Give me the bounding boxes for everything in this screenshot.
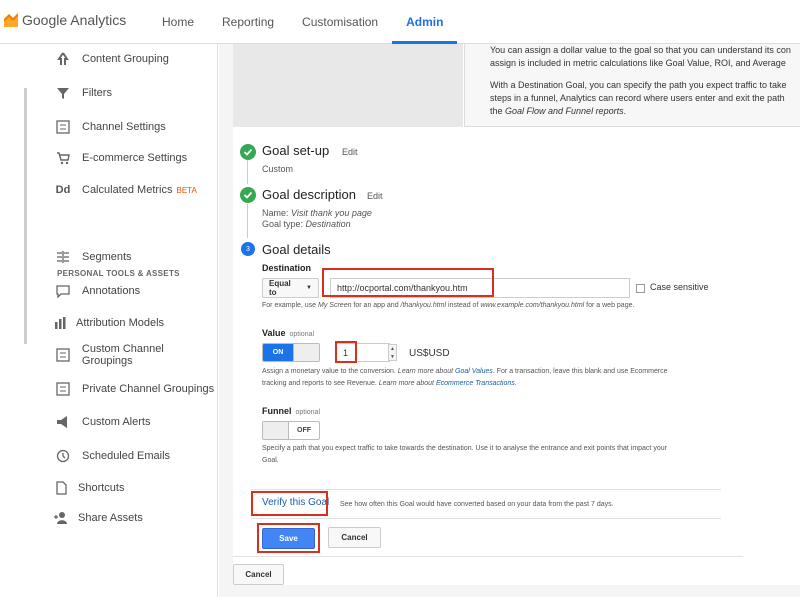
divider (251, 489, 721, 490)
sidebar-item-calculated-metrics[interactable]: Dd Calculated Metrics BETA (52, 180, 197, 200)
sidebar-item-content-grouping[interactable]: Content Grouping (52, 49, 169, 69)
goal-setup-value: Custom (262, 164, 294, 174)
segments-icon (52, 248, 74, 266)
goal-info-box: You can assign a dollar value to the goa… (464, 44, 800, 127)
goal-panel: You can assign a dollar value to the goa… (233, 44, 800, 585)
sidebar-item-custom-channel-groupings[interactable]: Custom Channel Groupings (52, 343, 217, 367)
sidebar-scrollbar[interactable] (24, 88, 27, 344)
section-title-personal-tools: PERSONAL TOOLS & ASSETS (57, 269, 180, 278)
nav-admin[interactable]: Admin (392, 0, 458, 44)
dropdown-arrow-icon: ▼ (306, 285, 312, 291)
nav-home[interactable]: Home (148, 0, 208, 44)
main-nav: Home Reporting Customisation Admin (148, 0, 458, 44)
megaphone-icon (52, 413, 74, 431)
highlight-value (335, 341, 357, 363)
goal-setup-edit-link[interactable]: Edit (342, 147, 358, 157)
currency-label: US$USD (409, 348, 450, 359)
sidebar-item-segments[interactable]: Segments (52, 247, 132, 267)
document-icon (50, 479, 72, 497)
sidebar-item-scheduled-emails[interactable]: Scheduled Emails (52, 446, 170, 466)
divider (251, 518, 721, 519)
bar-chart-icon (50, 314, 72, 332)
highlight-save (257, 523, 320, 553)
channel-groupings-icon (52, 346, 74, 364)
app-title: Google Analytics (22, 12, 127, 28)
value-toggle[interactable]: ON (262, 343, 320, 362)
goal-description-title: Goal description (262, 187, 356, 202)
dd-icon: Dd (55, 184, 71, 196)
add-person-icon (50, 509, 72, 527)
highlight-verify (251, 491, 328, 516)
match-type-select[interactable]: Equal to ▼ (262, 278, 319, 298)
channel-settings-icon (52, 118, 74, 136)
case-sensitive-label: Case sensitive (650, 282, 709, 292)
main-content: You can assign a dollar value to the goa… (219, 44, 800, 597)
nav-reporting[interactable]: Reporting (208, 0, 288, 44)
goal-preview-box (233, 44, 463, 127)
sidebar-item-share-assets[interactable]: Share Assets (50, 508, 143, 528)
destination-hint: For example, use My Screen for an app an… (262, 302, 635, 309)
goal-name: Name: Visit thank you page (262, 208, 372, 218)
admin-sidebar: Content Grouping Filters Channel Setting… (0, 44, 218, 597)
goal-type: Goal type: Destination (262, 219, 351, 229)
highlight-destination (322, 268, 494, 297)
sidebar-item-custom-alerts[interactable]: Custom Alerts (52, 412, 150, 432)
value-stepper[interactable]: ▲ ▼ (388, 344, 397, 361)
step-connector (247, 160, 248, 184)
destination-label: Destination (262, 263, 312, 273)
check-icon (240, 144, 256, 160)
top-bar: Google Analytics Home Reporting Customis… (0, 0, 800, 44)
sidebar-item-shortcuts[interactable]: Shortcuts (50, 478, 124, 498)
goal-setup-title: Goal set-up (262, 143, 330, 158)
funnel-label: Funnel optional (262, 406, 321, 416)
nav-customisation[interactable]: Customisation (288, 0, 392, 44)
value-label: Value optional (262, 328, 315, 338)
sidebar-item-channel-settings[interactable]: Channel Settings (52, 117, 166, 137)
case-sensitive-checkbox[interactable] (636, 284, 645, 293)
filter-icon (52, 84, 74, 102)
cart-icon (52, 149, 74, 167)
beta-badge: BETA (176, 185, 197, 195)
funnel-hint: Specify a path that you expect traffic t… (262, 445, 667, 464)
cancel-button[interactable]: Cancel (233, 564, 284, 585)
sidebar-item-private-channel-groupings[interactable]: Private Channel Groupings (52, 379, 214, 399)
step-number-badge: 3 (241, 242, 255, 256)
clock-icon (52, 447, 74, 465)
check-icon (240, 187, 256, 203)
channel-groupings-icon (52, 380, 74, 398)
funnel-toggle[interactable]: OFF (262, 421, 320, 440)
sidebar-item-annotations[interactable]: Annotations (52, 281, 140, 301)
cancel-goal-button[interactable]: Cancel (328, 527, 381, 548)
sidebar-item-attribution-models[interactable]: Attribution Models (50, 313, 164, 333)
annotations-icon (52, 282, 74, 300)
divider (233, 556, 743, 557)
goal-details-title: Goal details (262, 242, 331, 257)
goal-description-edit-link[interactable]: Edit (367, 191, 383, 201)
sidebar-item-ecommerce-settings[interactable]: E-commerce Settings (52, 148, 187, 168)
content-grouping-icon (52, 50, 74, 68)
step-connector (247, 204, 248, 238)
verify-hint: See how often this Goal would have conve… (340, 501, 614, 508)
sidebar-item-filters[interactable]: Filters (52, 83, 112, 103)
value-hint: Assign a monetary value to the conversio… (262, 368, 668, 387)
analytics-logo-icon (4, 13, 18, 27)
logo[interactable]: Google Analytics (4, 12, 126, 28)
